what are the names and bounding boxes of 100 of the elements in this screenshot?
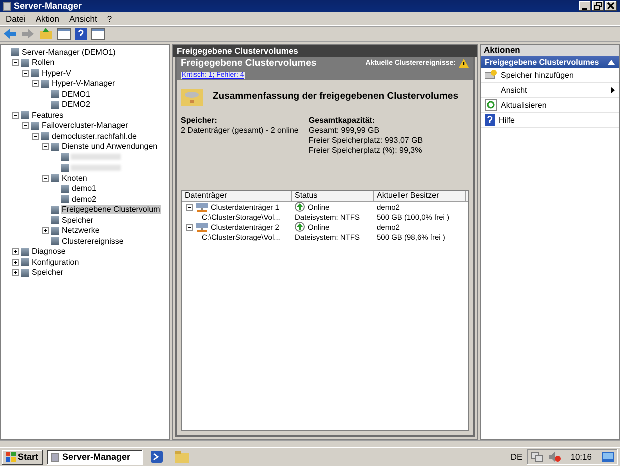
expand-toggle[interactable] — [12, 248, 19, 256]
column-header[interactable]: Aktueller Besitzer — [374, 191, 466, 201]
action-link[interactable]: Hilfe — [499, 116, 516, 124]
tree-item[interactable]: DEMO1 — [61, 90, 92, 99]
menu-item[interactable]: Aktion — [36, 14, 60, 24]
status-up-icon — [295, 222, 305, 232]
tree-item[interactable]: Clusterereignisse — [61, 236, 125, 246]
collapse-toggle[interactable] — [32, 132, 39, 140]
expand-toggle[interactable] — [12, 269, 19, 276]
help-icon — [485, 114, 495, 126]
menu-item[interactable]: Datei — [6, 14, 26, 24]
node-icon — [21, 268, 29, 277]
windows-flag-icon — [6, 452, 16, 462]
collapse-caret-icon — [608, 60, 615, 64]
tree-item[interactable]: Speicher — [31, 268, 65, 278]
taskbar-button[interactable]: Server-Manager — [46, 450, 143, 464]
action-link[interactable]: Speicher hinzufügen — [501, 70, 574, 80]
tree-item[interactable]: Konfiguration — [31, 258, 80, 267]
speaker-muted-icon[interactable] — [548, 452, 561, 462]
node-icon — [61, 153, 69, 162]
node-icon — [51, 100, 59, 109]
node-icon — [51, 237, 59, 246]
tree-item[interactable]: demo1 — [71, 184, 98, 194]
column-header[interactable]: Status — [292, 191, 374, 201]
tree-item[interactable]: Knoten — [61, 174, 88, 183]
tree-item[interactable]: Netzwerke — [61, 226, 101, 236]
storage-text: 2 Datenträger (gesamt) - 2 online — [181, 126, 299, 136]
tree-item[interactable]: Server-Manager (DEMO1) — [21, 48, 117, 57]
restore-icon — [594, 2, 602, 10]
language-indicator[interactable]: DE — [510, 452, 523, 462]
network-icon[interactable] — [530, 452, 543, 462]
header-title: Freigegebene Clustervolumes — [181, 58, 317, 69]
clock[interactable]: 10:16 — [570, 452, 592, 462]
tree-item[interactable]: Failovercluster-Manager — [41, 121, 130, 130]
panel-icon[interactable] — [91, 28, 105, 40]
window-title: Server-Manager — [14, 1, 82, 11]
node-icon — [51, 90, 59, 98]
panel-icon[interactable] — [57, 28, 71, 40]
restore-button[interactable] — [592, 1, 604, 11]
action-link[interactable]: Ansicht — [501, 86, 528, 94]
storage-add-icon — [485, 70, 497, 80]
collapse-toggle[interactable] — [42, 143, 49, 150]
help-icon[interactable] — [75, 28, 87, 40]
node-icon — [51, 142, 59, 151]
actions-title: Aktionen — [481, 45, 619, 56]
powershell-icon[interactable] — [150, 451, 163, 463]
node-icon — [61, 184, 69, 193]
node-icon — [61, 164, 69, 172]
node-icon — [51, 226, 59, 235]
tree-item[interactable]: Dienste und Anwendungen — [61, 142, 159, 152]
tree-item[interactable]: democluster.rachfahl.de — [51, 132, 138, 141]
node-icon — [51, 206, 59, 214]
menu-item[interactable]: Ansicht — [69, 14, 98, 24]
tree-item[interactable]: demo2 — [71, 194, 98, 204]
desktop-icon[interactable] — [602, 452, 614, 462]
warning-icon — [459, 59, 469, 68]
menu-item[interactable]: ? — [107, 14, 112, 24]
node-icon — [21, 111, 29, 120]
tree-item[interactable]: Hyper-V — [41, 68, 72, 78]
close-button[interactable] — [605, 1, 617, 11]
node-icon — [21, 248, 29, 256]
node-icon — [61, 195, 69, 204]
collapse-toggle[interactable] — [22, 70, 29, 77]
capacity-text: Gesamt: 999,99 GB — [308, 126, 381, 136]
node-icon — [41, 80, 49, 88]
expand-toggle[interactable] — [12, 258, 19, 266]
collapse-toggle[interactable] — [186, 204, 193, 210]
capacity-text: Freier Speicherplatz: 993,07 GB — [308, 136, 424, 146]
collapse-toggle[interactable] — [32, 80, 39, 88]
submenu-arrow-icon — [611, 86, 615, 94]
collapse-toggle[interactable] — [12, 112, 19, 119]
action-link[interactable]: Aktualisieren — [501, 100, 547, 110]
disk-icon — [196, 202, 208, 212]
column-header[interactable]: Datenträger — [182, 191, 292, 201]
node-icon — [11, 48, 19, 56]
minimize-button[interactable] — [579, 1, 591, 11]
tree-item[interactable]: Rollen — [31, 58, 56, 68]
start-button[interactable]: Start — [2, 450, 43, 464]
blurred-label — [71, 154, 121, 160]
node-icon — [41, 132, 49, 140]
blurred-label — [71, 164, 121, 171]
expand-toggle[interactable] — [42, 227, 49, 234]
disk-folder-icon — [181, 86, 203, 106]
summary-title: Zusammenfassung der freigegebenen Clustervolumes — [213, 90, 458, 102]
collapse-toggle[interactable] — [42, 174, 49, 182]
tree-item[interactable]: Hyper-V-Manager — [51, 79, 116, 88]
collapse-toggle[interactable] — [22, 122, 29, 130]
tree-item[interactable]: Diagnose — [31, 247, 67, 256]
tree-item[interactable]: Features — [31, 110, 65, 120]
node-icon — [31, 69, 39, 78]
refresh-icon — [485, 99, 497, 111]
actions-section-header[interactable]: Freigegebene Clustervolumes — [481, 56, 619, 68]
tree-item[interactable]: Freigegebene Clustervolum — [61, 205, 162, 214]
tree-item[interactable]: DEMO2 — [61, 100, 92, 110]
node-icon — [21, 258, 29, 266]
collapse-toggle[interactable] — [12, 59, 19, 66]
collapse-toggle[interactable] — [186, 224, 193, 230]
back-arrow-icon[interactable] — [3, 28, 17, 40]
tree-item[interactable]: Speicher — [61, 216, 95, 225]
disk-icon — [196, 222, 208, 232]
